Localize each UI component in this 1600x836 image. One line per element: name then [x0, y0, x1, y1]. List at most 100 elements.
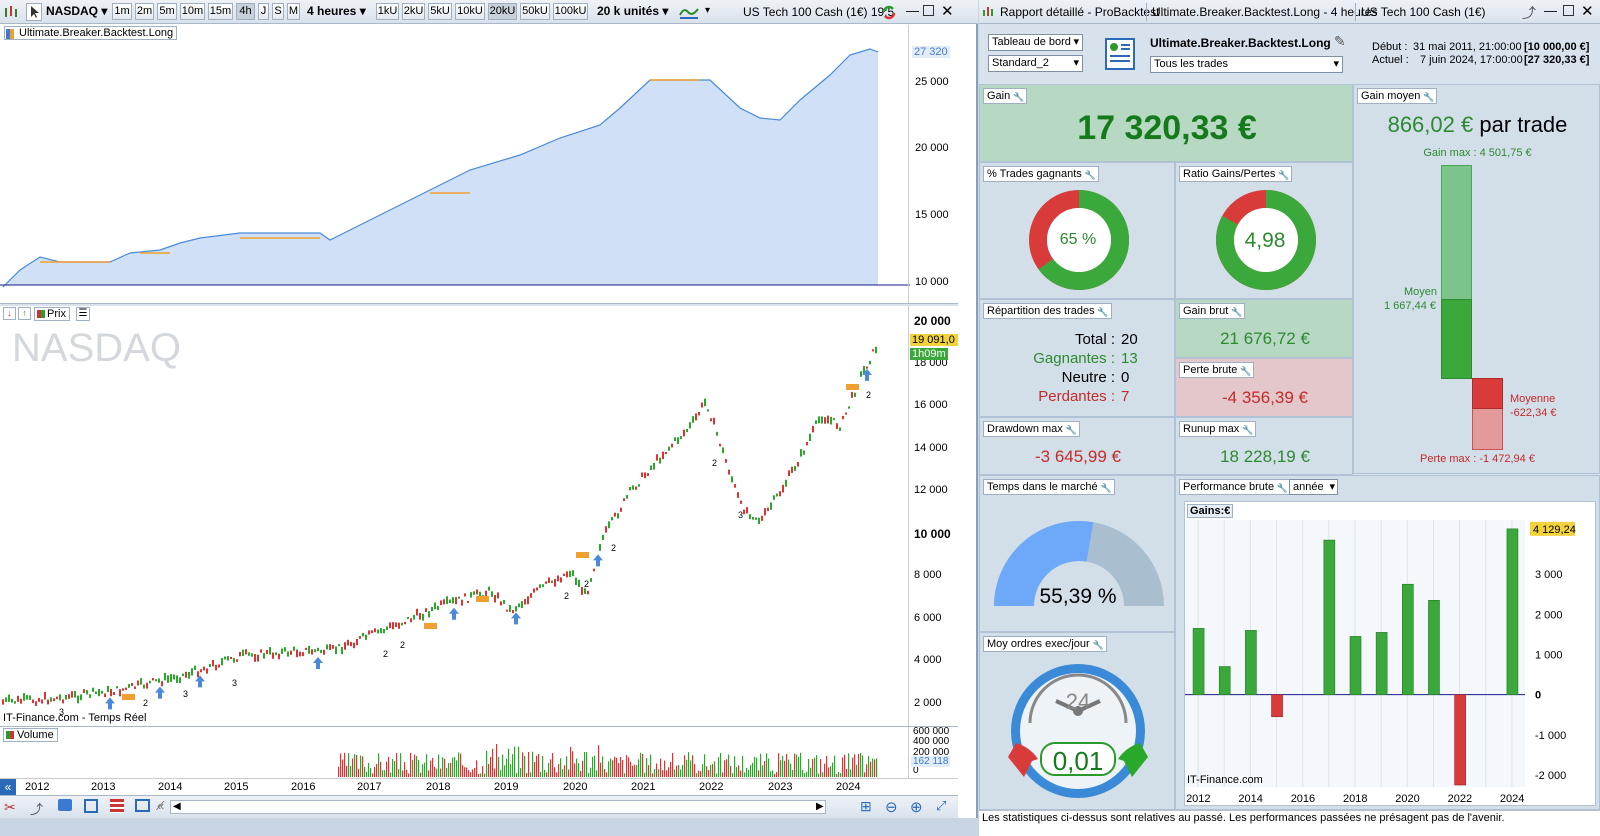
edit-icon[interactable]: ✎	[1334, 33, 1346, 50]
long-icon[interactable]: ↑	[18, 307, 31, 320]
total-value: 20	[1121, 331, 1138, 348]
unit-button[interactable]: 1kU	[376, 3, 399, 20]
close-icon[interactable]: ✕	[1581, 2, 1594, 20]
volume-bar	[602, 756, 604, 777]
wrench-icon[interactable]: 🔧	[1277, 481, 1288, 495]
wrench-icon[interactable]: 🔧	[1423, 90, 1434, 104]
layout-select[interactable]: Standard_2 ▾	[988, 55, 1083, 72]
maximize-icon[interactable]	[923, 5, 934, 16]
wrench-icon[interactable]: 🔧	[1085, 168, 1096, 182]
strategy-report-icon[interactable]	[1105, 38, 1135, 70]
wrench-icon[interactable]: 🔧	[1013, 90, 1024, 104]
time-axis-tick: 2018	[426, 781, 451, 793]
maximize-icon[interactable]	[1563, 5, 1574, 16]
timeframe-button[interactable]: 4h	[236, 3, 255, 20]
volume-bar	[392, 759, 394, 777]
list-icon[interactable]: ☰	[76, 307, 90, 321]
equity-fill	[3, 49, 878, 287]
title-tab[interactable]: US Tech 100 Cash (1€)	[1361, 5, 1486, 19]
tools-icon[interactable]: ✂	[4, 799, 16, 816]
symbol-select[interactable]: NASDAQ ▾	[46, 3, 107, 20]
title-tab[interactable]: Ultimate.Breaker.Backtest.Long - 4 heure…	[1152, 5, 1377, 19]
comment-icon[interactable]	[58, 799, 72, 811]
timeframe-button[interactable]: 5m	[157, 3, 177, 20]
period-select[interactable]: 4 heures ▾	[307, 3, 366, 20]
scroll-back-icon[interactable]: «	[157, 798, 164, 813]
wrench-icon[interactable]: 🔧	[1097, 305, 1108, 319]
wrench-icon[interactable]: 🔧	[1231, 305, 1242, 319]
volume-bar	[624, 773, 626, 777]
unit-button[interactable]: 5kU	[428, 3, 452, 20]
sync-icon[interactable]	[880, 4, 898, 21]
timeframe-button[interactable]: M	[287, 3, 300, 20]
volume-bar	[352, 758, 354, 777]
trades-select[interactable]: Tous les trades ▾	[1150, 56, 1343, 73]
wrench-icon[interactable]: 🔧	[1242, 423, 1253, 437]
minimize-icon[interactable]: —	[1544, 3, 1557, 18]
layout-icon[interactable]	[84, 799, 98, 813]
volume-bar	[858, 753, 860, 777]
timeframe-button[interactable]: 1m	[112, 3, 132, 20]
zoom-fit-icon[interactable]: ⊞	[860, 798, 872, 815]
unit-button[interactable]: 10kU	[455, 3, 485, 20]
volume-bar	[794, 753, 796, 777]
units-select[interactable]: 20 k unités ▾	[597, 3, 668, 20]
volume-bar	[872, 758, 874, 777]
unit-button[interactable]: 50kU	[520, 3, 550, 20]
short-icon[interactable]: ↓	[3, 307, 16, 320]
unit-button[interactable]: 20kU	[488, 3, 517, 20]
indicator-icon[interactable]	[678, 3, 702, 21]
zoom-out-icon[interactable]: ⊖	[885, 798, 898, 816]
ratio-label-text: Ratio Gains/Pertes	[1183, 168, 1276, 180]
title-tab[interactable]: Rapport détaillé - ProBacktest	[1000, 5, 1159, 19]
scroll-right-arrow[interactable]: ▶	[816, 801, 824, 812]
price-candle	[758, 517, 760, 525]
timeframe-button[interactable]: 10m	[180, 3, 205, 20]
timeframe-button[interactable]: 15m	[208, 3, 233, 20]
timeframe-button[interactable]: 2m	[135, 3, 154, 20]
share-icon[interactable]: ⤴	[1522, 3, 1536, 23]
volume-bar	[438, 754, 440, 777]
volume-bar	[628, 757, 630, 777]
unit-button[interactable]: 100kU	[553, 3, 588, 20]
scroll-left-arrow[interactable]: ◀	[173, 801, 181, 812]
moy-ordres-value: 0,01	[1052, 746, 1104, 776]
timeframe-button[interactable]: S	[272, 3, 284, 20]
share-icon[interactable]: ⤴	[30, 799, 43, 818]
perf-select[interactable]: année ▾	[1289, 479, 1338, 495]
close-icon[interactable]: ✕	[941, 2, 954, 20]
price-candle	[422, 613, 424, 621]
price-candle	[122, 688, 124, 691]
price-candle	[398, 622, 400, 629]
indicator-dropdown-icon[interactable]: ▾	[705, 5, 710, 16]
zoom-in-icon[interactable]: ⊕	[910, 798, 923, 816]
wrench-icon[interactable]: 🔧	[1066, 423, 1077, 437]
horizontal-scrollbar[interactable]: ◀ ▶	[170, 800, 826, 814]
wrench-icon[interactable]: 🔧	[1093, 638, 1104, 652]
price-candle	[335, 646, 337, 655]
price-candle	[539, 584, 541, 588]
wrench-icon[interactable]: 🔧	[1100, 481, 1111, 495]
pointer-icon[interactable]	[26, 3, 42, 21]
view-select[interactable]: Tableau de bord ▾	[988, 34, 1083, 51]
price-candle	[260, 649, 262, 653]
unit-button[interactable]: 2kU	[402, 3, 425, 20]
price-candle	[842, 415, 844, 420]
table-icon[interactable]	[110, 799, 124, 813]
volume-bar	[656, 763, 658, 777]
price-candle	[767, 507, 769, 511]
wrench-icon[interactable]: 🔧	[1278, 168, 1289, 182]
volume-bar	[786, 753, 788, 777]
timeframe-button[interactable]: J	[258, 3, 269, 20]
perf-x-tick: 2020	[1395, 793, 1419, 805]
scroll-left-icon[interactable]: «	[0, 779, 16, 796]
temps-value: 55,39 %	[1039, 585, 1117, 608]
chart-type-icon[interactable]	[3, 4, 19, 20]
wrench-icon[interactable]: 🔧	[1240, 364, 1251, 378]
auto-scale-icon[interactable]: ⤢	[936, 798, 946, 814]
window-icon[interactable]	[135, 799, 150, 812]
minimize-icon[interactable]: —	[906, 3, 919, 18]
price-candle	[761, 515, 763, 521]
price-candle	[530, 593, 532, 598]
gain-moyen-amount: 866,02 €	[1387, 112, 1474, 137]
